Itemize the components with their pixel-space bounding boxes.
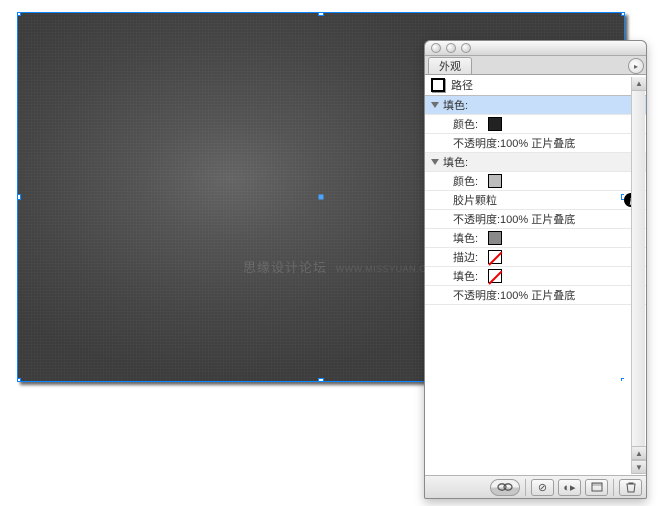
fill-label: 填色: xyxy=(443,97,468,113)
scroll-down-icon[interactable]: ▼ xyxy=(632,460,646,474)
tab-appearance[interactable]: 外观 xyxy=(428,57,472,74)
link-icon xyxy=(496,482,514,492)
stroke-row[interactable]: 描边: xyxy=(425,248,646,267)
object-type-row: 路径 xyxy=(425,75,646,96)
panel-titlebar[interactable] xyxy=(425,41,646,56)
object-swatch-icon xyxy=(431,78,445,92)
handle-bottom-middle[interactable] xyxy=(318,378,324,382)
opacity-row-3[interactable]: 不透明度:100% 正片叠底 xyxy=(425,286,646,305)
none-swatch-icon[interactable] xyxy=(488,250,502,264)
color-swatch-icon[interactable] xyxy=(488,117,502,131)
opacity-row-2[interactable]: 不透明度:100% 正片叠底 xyxy=(425,210,646,229)
appearance-list: 填色: 颜色: 不透明度:100% 正片叠底 填色: 颜色: 胶片颗粒 ƒ 不透… xyxy=(425,96,646,475)
fill-label-3: 填色: xyxy=(453,230,478,246)
opacity-label: 不透明度:100% 正片叠底 xyxy=(453,135,575,151)
new-fill-icon xyxy=(591,481,603,493)
opacity-label-2: 不透明度:100% 正片叠底 xyxy=(453,211,575,227)
handle-middle-left[interactable] xyxy=(17,194,21,200)
panel-menu-icon[interactable]: ▸ xyxy=(628,58,644,74)
handle-top-middle[interactable] xyxy=(318,12,324,16)
watermark: 思缘设计论坛 WWW.MISSYUAN.COM xyxy=(243,257,442,276)
delete-button[interactable] xyxy=(619,479,642,496)
fill-group-row-2[interactable]: 填色: xyxy=(425,153,646,172)
scroll-up-icon[interactable]: ▲ xyxy=(632,77,646,91)
minimize-icon[interactable] xyxy=(446,43,456,53)
close-icon[interactable] xyxy=(431,43,441,53)
opacity-row[interactable]: 不透明度:100% 正片叠底 xyxy=(425,134,646,153)
color-swatch-icon[interactable] xyxy=(488,174,502,188)
color-label: 颜色: xyxy=(453,116,478,132)
fill-label-4: 填色: xyxy=(453,268,478,284)
watermark-sub: WWW.MISSYUAN.COM xyxy=(336,264,442,274)
clear-appearance-button[interactable]: ⊘ xyxy=(531,479,554,496)
handle-top-right[interactable] xyxy=(621,12,625,16)
appearance-panel: 外观 ▸ 路径 填色: 颜色: 不透明度:100% 正片叠底 填色: 颜色: 胶… xyxy=(424,40,647,499)
scrollbar[interactable]: ▲ ▲ ▼ xyxy=(631,77,645,474)
chevron-down-icon[interactable] xyxy=(431,159,439,165)
object-type-label: 路径 xyxy=(451,77,473,93)
duplicate-button[interactable]: ◐▸ xyxy=(558,479,581,496)
zoom-icon[interactable] xyxy=(461,43,471,53)
no-icon: ⊘ xyxy=(538,481,547,494)
panel-footer: ⊘ ◐▸ xyxy=(425,475,646,498)
color-swatch-icon[interactable] xyxy=(488,231,502,245)
trash-icon xyxy=(625,481,637,493)
color-label-2: 颜色: xyxy=(453,173,478,189)
selection-center-icon[interactable] xyxy=(319,195,324,200)
scroll-up-icon[interactable]: ▲ xyxy=(632,446,646,460)
fill-label-2: 填色: xyxy=(443,154,468,170)
chevron-down-icon[interactable] xyxy=(431,102,439,108)
tab-label: 外观 xyxy=(439,58,461,74)
stroke-label: 描边: xyxy=(453,249,478,265)
panel-tabrow: 外观 ▸ xyxy=(425,56,646,75)
effect-row[interactable]: 胶片颗粒 ƒ xyxy=(425,191,646,210)
new-effect-button[interactable] xyxy=(490,479,520,496)
fill-group-row[interactable]: 填色: xyxy=(425,96,646,115)
new-fill-button[interactable] xyxy=(585,479,608,496)
color-row[interactable]: 颜色: xyxy=(425,115,646,134)
opacity-label-3: 不透明度:100% 正片叠底 xyxy=(453,287,575,303)
handle-top-left[interactable] xyxy=(17,12,21,16)
none-swatch-icon[interactable] xyxy=(488,269,502,283)
duplicate-icon: ◐▸ xyxy=(563,481,575,494)
effect-label: 胶片颗粒 xyxy=(453,192,497,208)
watermark-main: 思缘设计论坛 xyxy=(243,260,327,275)
handle-bottom-left[interactable] xyxy=(17,378,21,382)
color-row-2[interactable]: 颜色: xyxy=(425,172,646,191)
fill-row-3[interactable]: 填色: xyxy=(425,229,646,248)
fill-row-4[interactable]: 填色: xyxy=(425,267,646,286)
